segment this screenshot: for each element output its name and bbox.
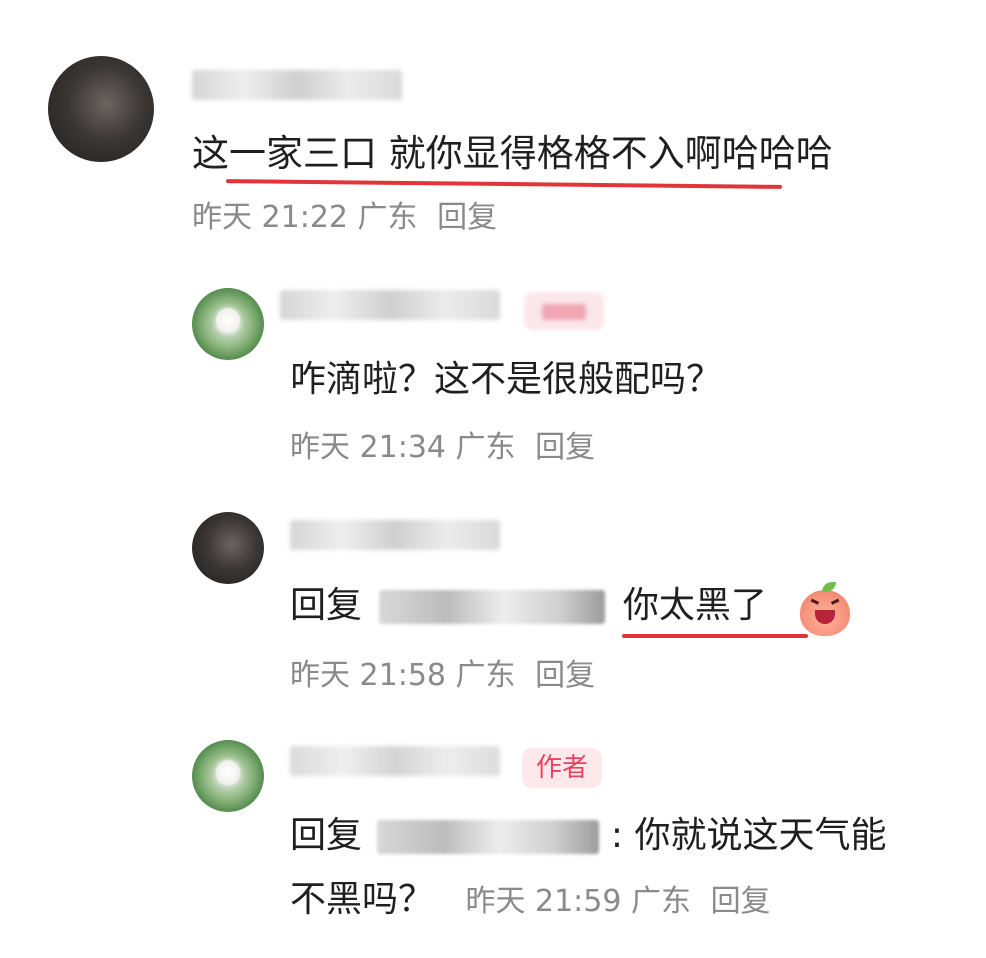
reply-button[interactable]: 回复 xyxy=(711,884,771,919)
reply-text: 你太黑了 xyxy=(622,585,767,626)
author-tag: 作者 xyxy=(522,748,603,788)
username-blurred[interactable] xyxy=(192,70,402,100)
reply-meta: 昨天 21:34 广东 回复 xyxy=(290,428,595,468)
avatar[interactable] xyxy=(192,288,264,360)
reply-meta: 昨天 21:59 广东 回复 xyxy=(465,884,770,919)
comment-time: 昨天 21:22 xyxy=(192,200,348,235)
username-blurred[interactable] xyxy=(290,746,500,776)
reply-text-line: 回复 : 你就说这天气能 xyxy=(290,812,887,860)
avatar[interactable] xyxy=(48,56,154,162)
reply-button[interactable]: 回复 xyxy=(535,658,595,693)
reply-button[interactable]: 回复 xyxy=(437,200,497,235)
highlight-underline xyxy=(622,634,808,638)
comment-meta: 昨天 21:22 广东 回复 xyxy=(192,198,497,238)
reply-text-line: 回复 你太黑了 xyxy=(290,582,767,630)
username-blurred[interactable] xyxy=(280,290,500,320)
lotus-icon xyxy=(215,760,241,785)
reply-time: 昨天 21:59 xyxy=(465,884,622,919)
mentioned-user-blurred[interactable] xyxy=(379,590,606,624)
reply-location: 广东 xyxy=(631,884,692,919)
reply-text: 咋滴啦？这不是很般配吗？ xyxy=(290,359,723,400)
lotus-icon xyxy=(215,308,241,333)
reply-time: 昨天 21:58 xyxy=(290,658,446,693)
username-blurred[interactable] xyxy=(290,520,500,550)
comment-text: 这一家三口 就你显得格格不入啊哈哈哈 xyxy=(192,132,833,175)
reply-prefix: 回复 xyxy=(290,815,363,856)
reply-text: : 你就说这天气能 xyxy=(610,815,887,856)
avatar[interactable] xyxy=(192,512,264,584)
comment-location: 广东 xyxy=(357,200,418,235)
reply-prefix: 回复 xyxy=(290,585,363,626)
reply-text-cont: 不黑吗？ xyxy=(290,879,435,920)
reply-meta: 昨天 21:58 广东 回复 xyxy=(290,656,595,696)
reply-button[interactable]: 回复 xyxy=(535,430,595,465)
author-tag-blurred xyxy=(524,292,604,330)
reply-text-line: 不黑吗？ 昨天 21:59 广东 回复 xyxy=(290,876,771,924)
laughing-peach-emoji-icon xyxy=(800,582,850,636)
reply-time: 昨天 21:34 xyxy=(290,430,446,465)
reply-location: 广东 xyxy=(455,658,516,693)
reply-location: 广东 xyxy=(455,430,516,465)
highlight-underline xyxy=(225,179,783,189)
mentioned-user-blurred[interactable] xyxy=(377,820,600,854)
avatar[interactable] xyxy=(192,740,264,812)
